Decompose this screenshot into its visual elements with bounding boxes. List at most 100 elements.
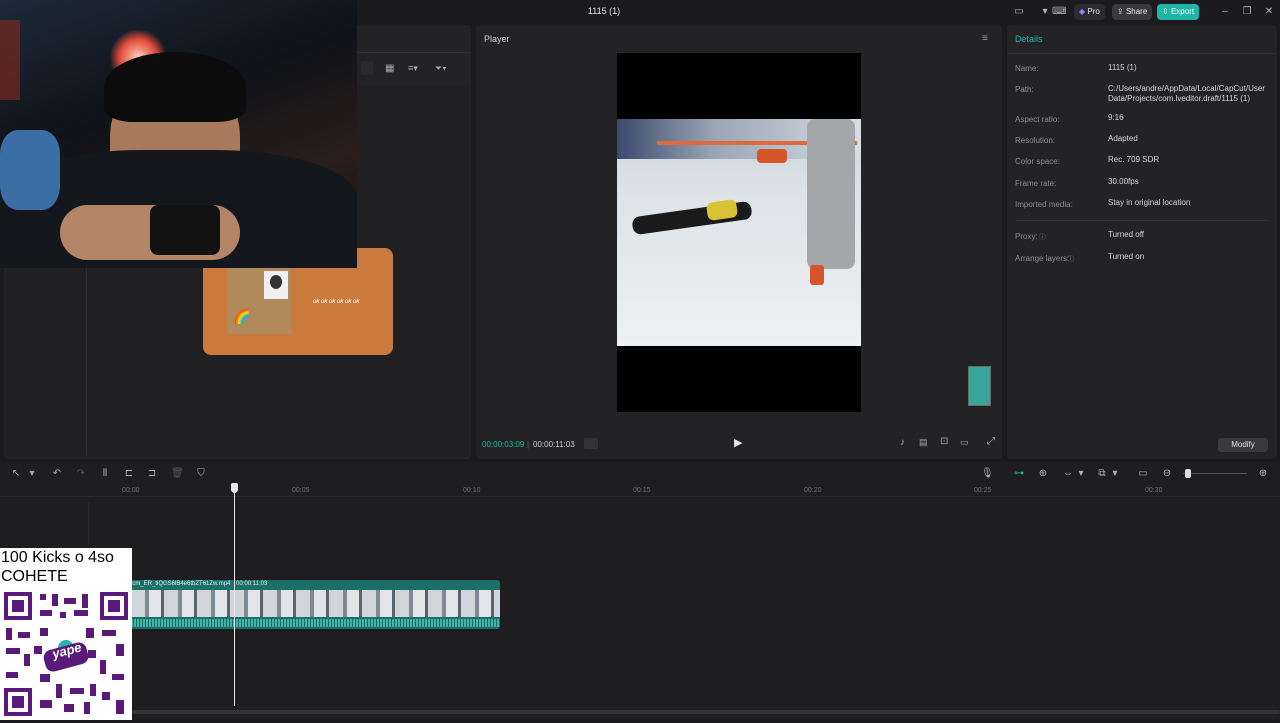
select-cursor-icon[interactable]: ↖	[10, 468, 22, 480]
detail-value: Stay in original location	[1108, 198, 1191, 207]
player-panel: Player ≡ 00:00:03:09 | 00:00:11:03 ▶ ♪ ▤…	[476, 25, 1002, 459]
menu-icon[interactable]: ≡	[982, 33, 988, 44]
divider	[86, 265, 87, 455]
phone	[150, 205, 220, 255]
layout-icon[interactable]: ▭	[1012, 5, 1026, 19]
zoom-slider[interactable]	[1183, 473, 1247, 474]
video-preview[interactable]	[617, 53, 861, 412]
skate	[810, 265, 824, 285]
zoom-out-icon[interactable]: ⊖	[1161, 468, 1173, 480]
tick-label: 00:05	[292, 487, 310, 494]
teal-swatch	[968, 366, 991, 406]
clip-thumbnails	[131, 590, 500, 617]
info-icon[interactable]: ⓘ	[1039, 232, 1046, 242]
tiktok-icon[interactable]: ♪	[900, 437, 905, 448]
portrait-image	[264, 271, 288, 299]
detail-value: C:/Users/andre/AppData/Local/CapCut/User…	[1108, 84, 1265, 103]
play-icon[interactable]: ▶	[734, 436, 742, 449]
ruler-line	[0, 496, 1280, 497]
card-text: ok ok ok ok ok ok	[313, 299, 360, 305]
tick-label: 00:00	[122, 487, 140, 494]
current-time: 00:00:03:09	[482, 440, 525, 449]
share-icon: ⇪	[1117, 7, 1124, 16]
detail-value: Rec. 709 SDR	[1108, 155, 1160, 164]
video-clip[interactable]: 7-cm_ER_tiQGS6lB4e6tbZT61Zw.mp4 00:00:11…	[127, 580, 500, 629]
quality-icon[interactable]: ▤	[919, 437, 928, 448]
filter-box[interactable]	[361, 61, 373, 75]
detail-value: 30.00fps	[1108, 177, 1139, 186]
poster	[0, 20, 20, 100]
chevron-down-icon[interactable]: ▾	[1109, 468, 1121, 480]
share-button[interactable]: ⇪ Share	[1112, 4, 1153, 20]
tick-label: 00:10	[463, 487, 481, 494]
playhead-handle[interactable]	[231, 483, 238, 493]
maximize-icon[interactable]: ❐	[1240, 5, 1254, 19]
detail-value: 9:16	[1108, 113, 1124, 122]
info-icon[interactable]: ⓘ	[1067, 254, 1074, 264]
sort-icon[interactable]: ≡▾	[408, 63, 418, 74]
caption-icon[interactable]: ▭	[1137, 468, 1149, 480]
chevron-down-icon[interactable]: ▾	[1075, 468, 1087, 480]
detail-label: Resolution:	[1015, 136, 1056, 145]
filter-icon[interactable]: ⏷▾	[435, 63, 447, 74]
zoom-in-icon[interactable]: ⊕	[1257, 468, 1269, 480]
chevron-down-icon[interactable]: ▾	[1038, 5, 1052, 19]
detail-value: Turned off	[1108, 230, 1145, 239]
timeline-panel: ↖ ▾ ↶ ↷ ⫴ ⊏ ⊐ 🗑 ⛉ 🎙 ⊶ ⊕ ⇔ ▾ ⧉ ▾ ▭ ⊖ ⊕ 00…	[0, 462, 1280, 720]
magnet-icon[interactable]: ⊕	[1037, 468, 1049, 480]
export-button[interactable]: ⇧ Export	[1157, 4, 1200, 20]
tick-label: 00:25	[974, 487, 992, 494]
split-icon[interactable]: ⫴	[99, 468, 111, 480]
time-separator: |	[527, 440, 530, 449]
split-right-icon[interactable]: ⊐	[146, 468, 158, 480]
pro-label: Pro	[1087, 7, 1100, 16]
modify-button[interactable]: Modify	[1218, 438, 1268, 452]
tick-label: 00:15	[633, 487, 651, 494]
zoom-slider-handle[interactable]	[1185, 469, 1191, 478]
skater-legs	[807, 119, 855, 269]
horizontal-scrollbar[interactable]	[132, 710, 1280, 714]
clip-duration: 00:00:11:03	[236, 581, 268, 587]
link-icon[interactable]: ⊶	[1013, 468, 1025, 480]
preview-axis-icon[interactable]: ⧉	[1096, 468, 1108, 480]
clip-filename: 7-cm_ER_tiQGS6lB4e6tbZT61Zw.mp4	[127, 581, 231, 587]
divider	[1015, 220, 1269, 221]
split-left-icon[interactable]: ⊏	[123, 468, 135, 480]
minimize-icon[interactable]: –	[1218, 5, 1232, 19]
ratio-icon[interactable]: ▭	[960, 437, 969, 448]
orange-object	[757, 149, 787, 163]
tick-label: 00:20	[804, 487, 822, 494]
screenshot-icon[interactable]: ⊡	[940, 436, 948, 447]
pro-button[interactable]: ◆ Pro	[1074, 4, 1105, 20]
export-label: Export	[1170, 7, 1195, 16]
playhead[interactable]	[234, 484, 235, 706]
undo-icon[interactable]: ↶	[51, 468, 63, 480]
detail-label: Proxy:	[1015, 232, 1038, 241]
grid-view-icon[interactable]: ▦	[385, 63, 394, 74]
details-title[interactable]: Details	[1015, 34, 1043, 44]
chevron-down-icon[interactable]: ▾	[26, 468, 38, 480]
clip-label: 7-cm_ER_tiQGS6lB4e6tbZT61Zw.mp4 00:00:11…	[127, 581, 267, 587]
player-title: Player	[484, 34, 510, 44]
overlay-line-1: 100 Kicks o 4so	[1, 549, 114, 566]
diamond-icon: ◆	[1079, 7, 1086, 16]
detail-label: Aspect ratio:	[1015, 115, 1060, 124]
detail-label: Path:	[1015, 85, 1034, 94]
keyboard-icon[interactable]: ⌨	[1052, 5, 1066, 19]
microphone-icon[interactable]: 🎙	[981, 468, 994, 480]
blue-cushion	[0, 130, 60, 210]
upload-icon: ⇧	[1162, 7, 1169, 16]
shield-icon[interactable]: ⛉	[195, 468, 207, 480]
video-frame	[617, 119, 861, 346]
detail-value: Adapted	[1108, 134, 1138, 143]
delete-icon[interactable]: 🗑	[171, 468, 184, 480]
snap-icon[interactable]: ⇔	[1062, 468, 1074, 480]
detail-label: Name:	[1015, 64, 1039, 73]
timecode-toggle[interactable]	[584, 438, 598, 449]
detail-label: Arrange layers:	[1015, 254, 1070, 263]
redo-icon[interactable]: ↷	[75, 468, 87, 480]
detail-label: Frame rate:	[1015, 179, 1057, 188]
close-icon[interactable]: ✕	[1262, 5, 1276, 19]
fullscreen-icon[interactable]: ⤢	[987, 436, 995, 447]
total-time: 00:00:11:03	[533, 440, 575, 449]
